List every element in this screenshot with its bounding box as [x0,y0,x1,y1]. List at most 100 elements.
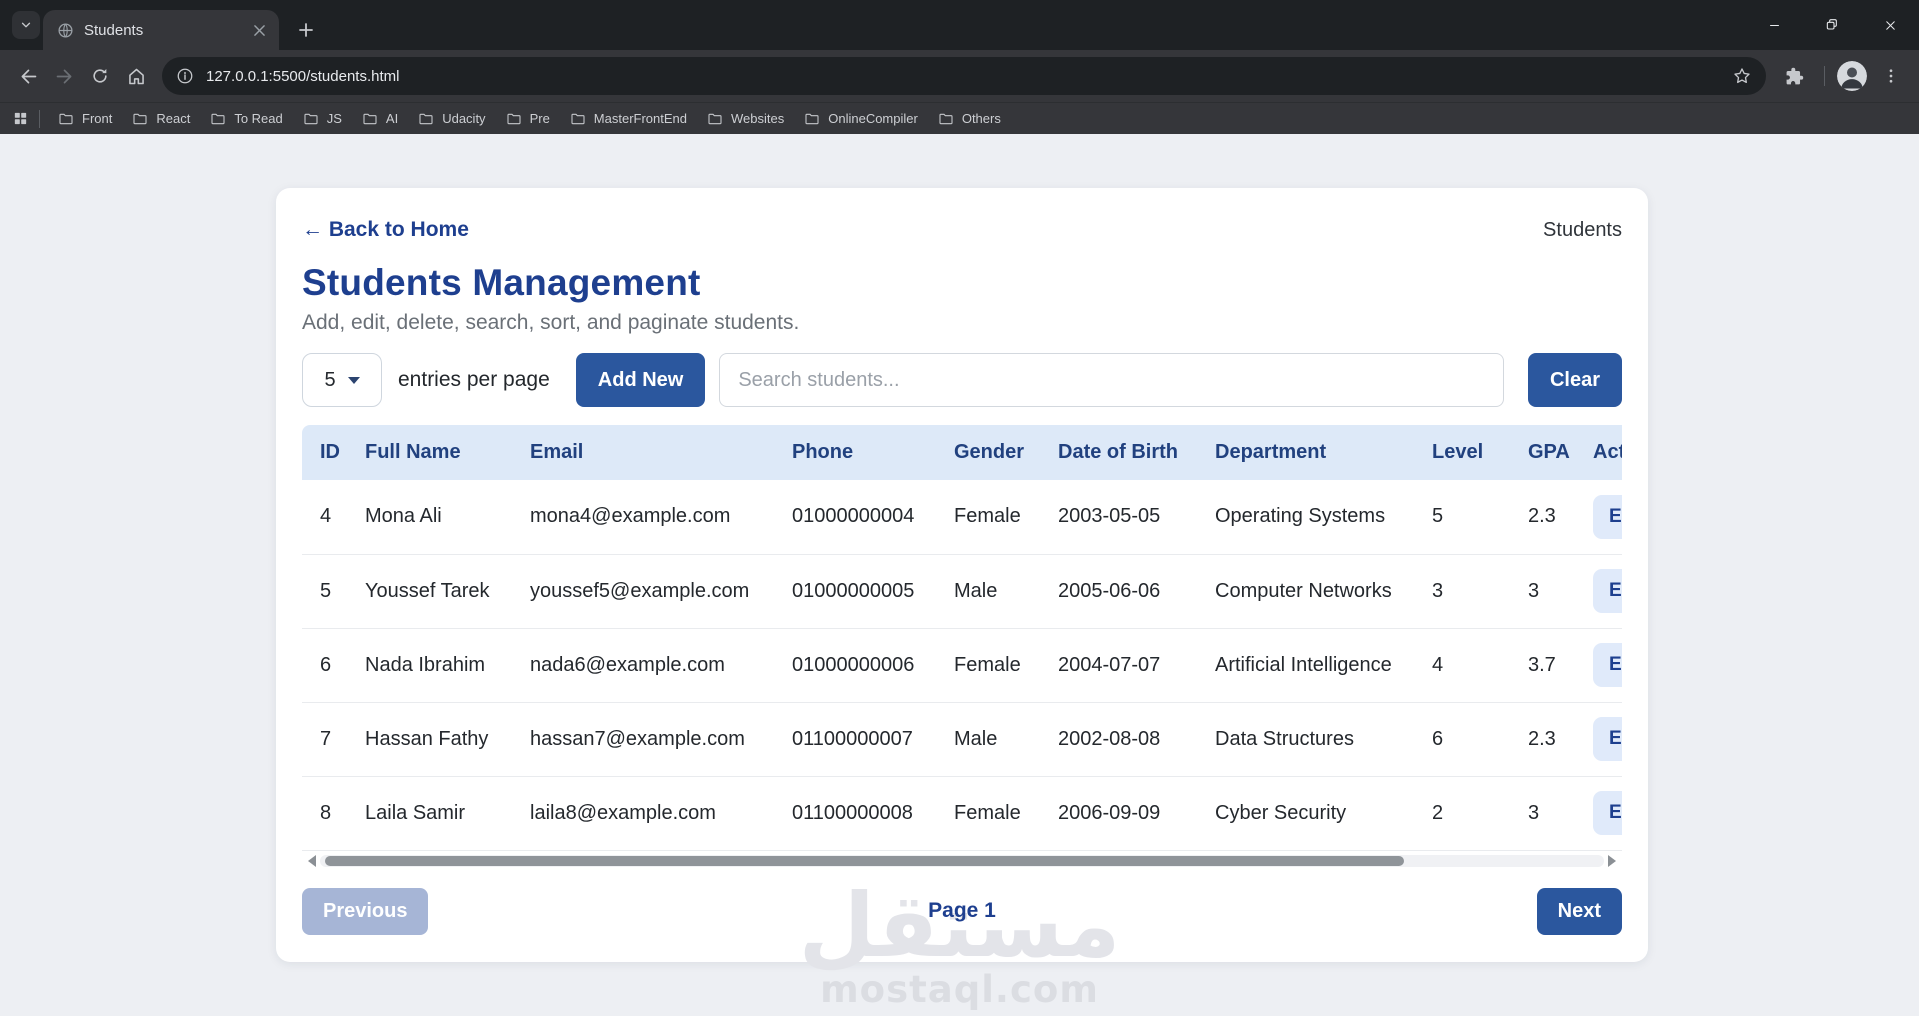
browser-window: Students [0,0,1919,134]
home-button[interactable] [118,58,154,94]
bookmark-folder-react[interactable]: React [122,107,200,131]
cell-level: 2 [1414,776,1510,850]
cell-level: 5 [1414,480,1510,554]
cell-gender: Male [936,702,1040,776]
table-controls: 5 entries per page Add New Clear [302,353,1622,407]
cell-phone: 01100000007 [774,702,936,776]
browser-menu-button[interactable] [1873,58,1909,94]
edit-button[interactable]: Edit [1593,791,1622,835]
address-bar[interactable]: 127.0.0.1:5500/students.html [162,57,1766,95]
bookmark-star-icon[interactable] [1732,66,1752,86]
header-level[interactable]: Level [1414,425,1510,480]
cell-dob: 2005-06-06 [1040,554,1197,628]
window-close-button[interactable] [1861,0,1919,50]
bookmark-folder-pre[interactable]: Pre [496,107,560,131]
scroll-left-arrow-icon[interactable] [302,855,316,867]
cell-gender: Male [936,554,1040,628]
forward-button[interactable] [46,58,82,94]
restore-icon [1824,17,1840,33]
table-row: 5 Youssef Tarek youssef5@example.com 010… [302,554,1622,628]
profile-avatar[interactable] [1837,61,1867,91]
entries-per-page-select[interactable]: 5 [302,353,382,407]
forward-arrow-icon [54,66,75,87]
clear-button[interactable]: Clear [1528,353,1622,407]
bookmarks-divider [39,110,40,128]
cell-gpa: 3 [1510,776,1575,850]
cell-id: 8 [302,776,347,850]
header-actions[interactable]: Act [1575,425,1622,480]
reload-button[interactable] [82,58,118,94]
table-row: 4 Mona Ali mona4@example.com 01000000004… [302,480,1622,554]
edit-button[interactable]: Edit [1593,717,1622,761]
bookmark-folder-masterfrontend[interactable]: MasterFrontEnd [560,107,697,131]
header-gpa[interactable]: GPA [1510,425,1575,480]
page-title: Students Management [302,262,1622,304]
cell-full-name: Youssef Tarek [347,554,512,628]
header-gender[interactable]: Gender [936,425,1040,480]
cell-email: youssef5@example.com [512,554,774,628]
browser-tab-students[interactable]: Students [43,10,279,50]
cell-gpa: 3 [1510,554,1575,628]
folder-icon [303,111,319,127]
window-restore-button[interactable] [1803,0,1861,50]
bookmark-folder-others[interactable]: Others [928,107,1011,131]
browser-titlebar: Students [0,0,1919,50]
cell-department: Operating Systems [1197,480,1414,554]
header-phone[interactable]: Phone [774,425,936,480]
folder-icon [938,111,954,127]
header-full-name[interactable]: Full Name [347,425,512,480]
cell-email: hassan7@example.com [512,702,774,776]
back-arrow-icon [18,66,39,87]
cell-phone: 01000000004 [774,480,936,554]
add-new-button[interactable]: Add New [576,353,706,407]
window-minimize-button[interactable] [1745,0,1803,50]
cell-gpa: 3.7 [1510,628,1575,702]
header-id[interactable]: ID [302,425,347,480]
bookmark-folder-ai[interactable]: AI [352,107,408,131]
scrollbar-thumb[interactable] [325,856,1404,866]
cell-email: mona4@example.com [512,480,774,554]
cell-actions: Edit [1575,776,1622,850]
back-to-home-link[interactable]: ← Back to Home [302,218,469,242]
edit-button[interactable]: Edit [1593,643,1622,687]
header-department[interactable]: Department [1197,425,1414,480]
page-viewport: ← Back to Home Students Students Managem… [0,134,1919,1016]
new-tab-button[interactable] [292,16,320,44]
extensions-button[interactable] [1776,58,1812,94]
edit-button[interactable]: Edit [1593,495,1622,539]
bookmark-folder-websites[interactable]: Websites [697,107,794,131]
scroll-right-arrow-icon[interactable] [1608,855,1622,867]
cell-actions: Edit [1575,702,1622,776]
apps-grid-icon[interactable] [12,110,29,127]
page-indicator: Page 1 [928,899,996,923]
header-date-of-birth[interactable]: Date of Birth [1040,425,1197,480]
previous-page-button[interactable]: Previous [302,888,428,935]
tab-close-icon[interactable] [249,20,269,40]
scrollbar-track[interactable] [320,855,1604,867]
cell-id: 5 [302,554,347,628]
bookmark-folder-udacity[interactable]: Udacity [408,107,495,131]
cell-id: 7 [302,702,347,776]
bookmark-folder-to-read[interactable]: To Read [200,107,292,131]
cell-id: 4 [302,480,347,554]
search-input[interactable] [719,353,1504,407]
cell-gpa: 2.3 [1510,480,1575,554]
close-icon [1883,18,1898,33]
cell-phone: 01100000008 [774,776,936,850]
folder-icon [132,111,148,127]
table-row: 7 Hassan Fathy hassan7@example.com 01100… [302,702,1622,776]
next-page-button[interactable]: Next [1537,888,1622,935]
folder-icon [570,111,586,127]
edit-button[interactable]: Edit [1593,569,1622,613]
bookmark-folder-onlinecompiler[interactable]: OnlineCompiler [794,107,928,131]
bookmark-folder-js[interactable]: JS [293,107,352,131]
window-controls [1745,0,1919,50]
header-email[interactable]: Email [512,425,774,480]
bookmark-folder-front[interactable]: Front [48,107,122,131]
tab-search-button[interactable] [12,11,40,39]
table-header-row: ID Full Name Email Phone Gender Date of … [302,425,1622,480]
back-button[interactable] [10,58,46,94]
table-row: 6 Nada Ibrahim nada6@example.com 0100000… [302,628,1622,702]
horizontal-scrollbar[interactable] [302,854,1622,868]
site-info-icon[interactable] [176,67,194,85]
